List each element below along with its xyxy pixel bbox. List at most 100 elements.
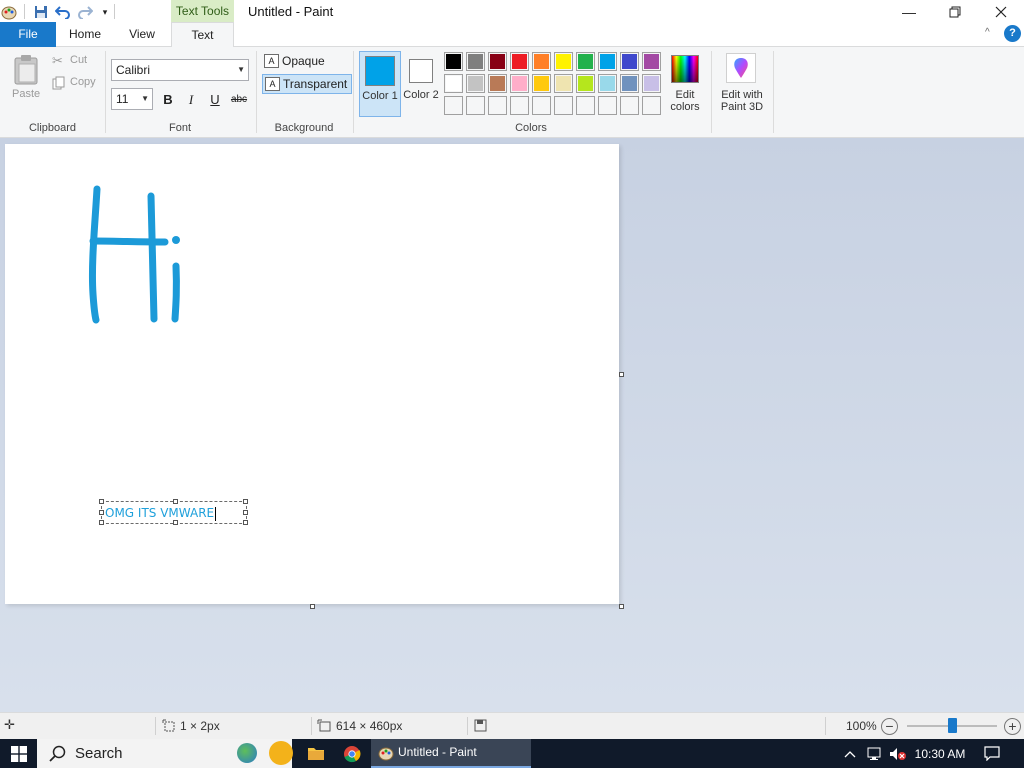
strikethrough-button[interactable]: abc bbox=[228, 90, 250, 110]
palette-color-swatch[interactable] bbox=[488, 96, 507, 115]
text-box-handle[interactable] bbox=[243, 510, 248, 515]
tab-view[interactable]: View bbox=[114, 22, 170, 47]
palette-color-swatch[interactable] bbox=[532, 74, 551, 93]
palette-color-swatch[interactable] bbox=[642, 74, 661, 93]
palette-color-swatch[interactable] bbox=[532, 96, 551, 115]
color1-button[interactable]: Color 1 bbox=[359, 51, 401, 117]
palette-color-swatch[interactable] bbox=[598, 52, 617, 71]
palette-color-swatch[interactable] bbox=[642, 52, 661, 71]
selection-size: 1 × 2px bbox=[180, 719, 220, 733]
chrome-taskbar-icon[interactable] bbox=[338, 739, 366, 768]
palette-color-swatch[interactable] bbox=[444, 52, 463, 71]
show-hidden-icons-chevron-icon[interactable] bbox=[840, 739, 860, 768]
search-icon bbox=[49, 745, 66, 762]
palette-color-swatch[interactable] bbox=[488, 74, 507, 93]
palette-color-swatch[interactable] bbox=[576, 74, 595, 93]
tab-file[interactable]: File bbox=[0, 22, 56, 47]
cut-button[interactable]: ✂ Cut bbox=[52, 53, 102, 71]
text-tools-context-label: Text Tools bbox=[171, 0, 234, 22]
cortana-sun-icon bbox=[269, 741, 293, 765]
palette-color-fill bbox=[622, 98, 637, 113]
palette-color-swatch[interactable] bbox=[620, 96, 639, 115]
close-button[interactable] bbox=[978, 0, 1024, 24]
ribbon-tabs: File Home View Text ^ ? bbox=[0, 22, 1024, 48]
text-box-handle[interactable] bbox=[173, 520, 178, 525]
text-box-handle[interactable] bbox=[99, 520, 104, 525]
undo-icon[interactable] bbox=[54, 3, 72, 21]
canvas-workspace[interactable]: OMG ITS VMWARE bbox=[0, 138, 1024, 712]
palette-color-swatch[interactable] bbox=[444, 74, 463, 93]
edit-with-paint3d-button[interactable]: Edit with Paint 3D bbox=[714, 51, 770, 117]
palette-color-swatch[interactable] bbox=[510, 74, 529, 93]
volume-muted-icon[interactable] bbox=[887, 739, 909, 768]
palette-color-swatch[interactable] bbox=[598, 74, 617, 93]
text-box-content[interactable]: OMG ITS VMWARE bbox=[105, 506, 217, 521]
palette-color-swatch[interactable] bbox=[466, 52, 485, 71]
underline-button[interactable]: U bbox=[205, 90, 225, 110]
palette-color-swatch[interactable] bbox=[576, 52, 595, 71]
customize-qat-icon[interactable]: ▾ bbox=[96, 3, 114, 21]
minimize-ribbon-icon[interactable]: ^ bbox=[985, 27, 990, 38]
start-button[interactable] bbox=[0, 739, 37, 768]
opaque-option[interactable]: A Opaque bbox=[262, 52, 329, 72]
canvas-resize-handle-bottom[interactable] bbox=[310, 604, 315, 609]
redo-icon[interactable] bbox=[76, 3, 94, 21]
palette-color-swatch[interactable] bbox=[620, 52, 639, 71]
palette-color-swatch[interactable] bbox=[554, 52, 573, 71]
palette-color-swatch[interactable] bbox=[510, 52, 529, 71]
zoom-out-button[interactable]: − bbox=[881, 718, 898, 735]
file-explorer-taskbar-icon[interactable] bbox=[302, 739, 330, 768]
tab-home[interactable]: Home bbox=[56, 22, 114, 47]
help-icon[interactable]: ? bbox=[1004, 25, 1021, 42]
font-size-dropdown[interactable]: 11 ▼ bbox=[111, 88, 153, 110]
palette-color-swatch[interactable] bbox=[444, 96, 463, 115]
zoom-in-button[interactable]: + bbox=[1004, 718, 1021, 735]
canvas-size-icon bbox=[317, 719, 331, 732]
bold-button[interactable]: B bbox=[158, 90, 178, 110]
palette-color-swatch[interactable] bbox=[576, 96, 595, 115]
canvas-resize-handle-corner[interactable] bbox=[619, 604, 624, 609]
palette-color-swatch[interactable] bbox=[466, 74, 485, 93]
drawing-canvas[interactable]: OMG ITS VMWARE bbox=[5, 144, 619, 604]
palette-color-swatch[interactable] bbox=[554, 74, 573, 93]
cursor-position-icon: ✛ bbox=[4, 717, 15, 732]
minimize-button[interactable]: — bbox=[886, 0, 932, 24]
palette-color-fill bbox=[512, 76, 527, 91]
palette-color-swatch[interactable] bbox=[620, 74, 639, 93]
palette-color-swatch[interactable] bbox=[554, 96, 573, 115]
text-box[interactable]: OMG ITS VMWARE bbox=[99, 499, 248, 525]
paste-button[interactable]: Paste bbox=[10, 52, 44, 104]
palette-color-swatch[interactable] bbox=[532, 52, 551, 71]
paint-taskbar-button[interactable]: Untitled - Paint bbox=[371, 739, 531, 768]
paint-app-icon[interactable] bbox=[0, 3, 18, 21]
text-box-handle[interactable] bbox=[243, 520, 248, 525]
palette-color-swatch[interactable] bbox=[598, 96, 617, 115]
color2-button[interactable]: Color 2 bbox=[402, 51, 440, 117]
clock[interactable]: 10:30 AM bbox=[910, 739, 970, 768]
palette-color-swatch[interactable] bbox=[510, 96, 529, 115]
taskbar-search-box[interactable]: Search bbox=[37, 739, 293, 768]
text-box-handle[interactable] bbox=[99, 499, 104, 504]
palette-color-swatch[interactable] bbox=[488, 52, 507, 71]
text-box-handle[interactable] bbox=[173, 499, 178, 504]
tab-text[interactable]: Text bbox=[171, 22, 234, 48]
action-center-icon[interactable] bbox=[980, 739, 1004, 768]
font-family-dropdown[interactable]: Calibri ▼ bbox=[111, 59, 249, 81]
copy-button[interactable]: Copy bbox=[52, 75, 102, 93]
network-icon[interactable] bbox=[864, 739, 884, 768]
freehand-hi-drawing bbox=[88, 185, 180, 324]
text-box-handle[interactable] bbox=[99, 510, 104, 515]
palette-color-swatch[interactable] bbox=[466, 96, 485, 115]
chevron-down-icon: ▼ bbox=[237, 65, 245, 74]
italic-button[interactable]: I bbox=[181, 90, 201, 110]
transparent-option[interactable]: A Transparent bbox=[262, 74, 353, 94]
restore-button[interactable] bbox=[932, 0, 978, 24]
text-box-handle[interactable] bbox=[243, 499, 248, 504]
zoom-slider-thumb[interactable] bbox=[947, 718, 957, 733]
save-icon[interactable] bbox=[32, 3, 50, 21]
zoom-slider[interactable] bbox=[907, 718, 997, 733]
palette-color-swatch[interactable] bbox=[642, 96, 661, 115]
copy-label: Copy bbox=[70, 76, 96, 88]
edit-colors-button[interactable]: Edit colors bbox=[664, 51, 706, 117]
canvas-resize-handle-right[interactable] bbox=[619, 372, 624, 377]
